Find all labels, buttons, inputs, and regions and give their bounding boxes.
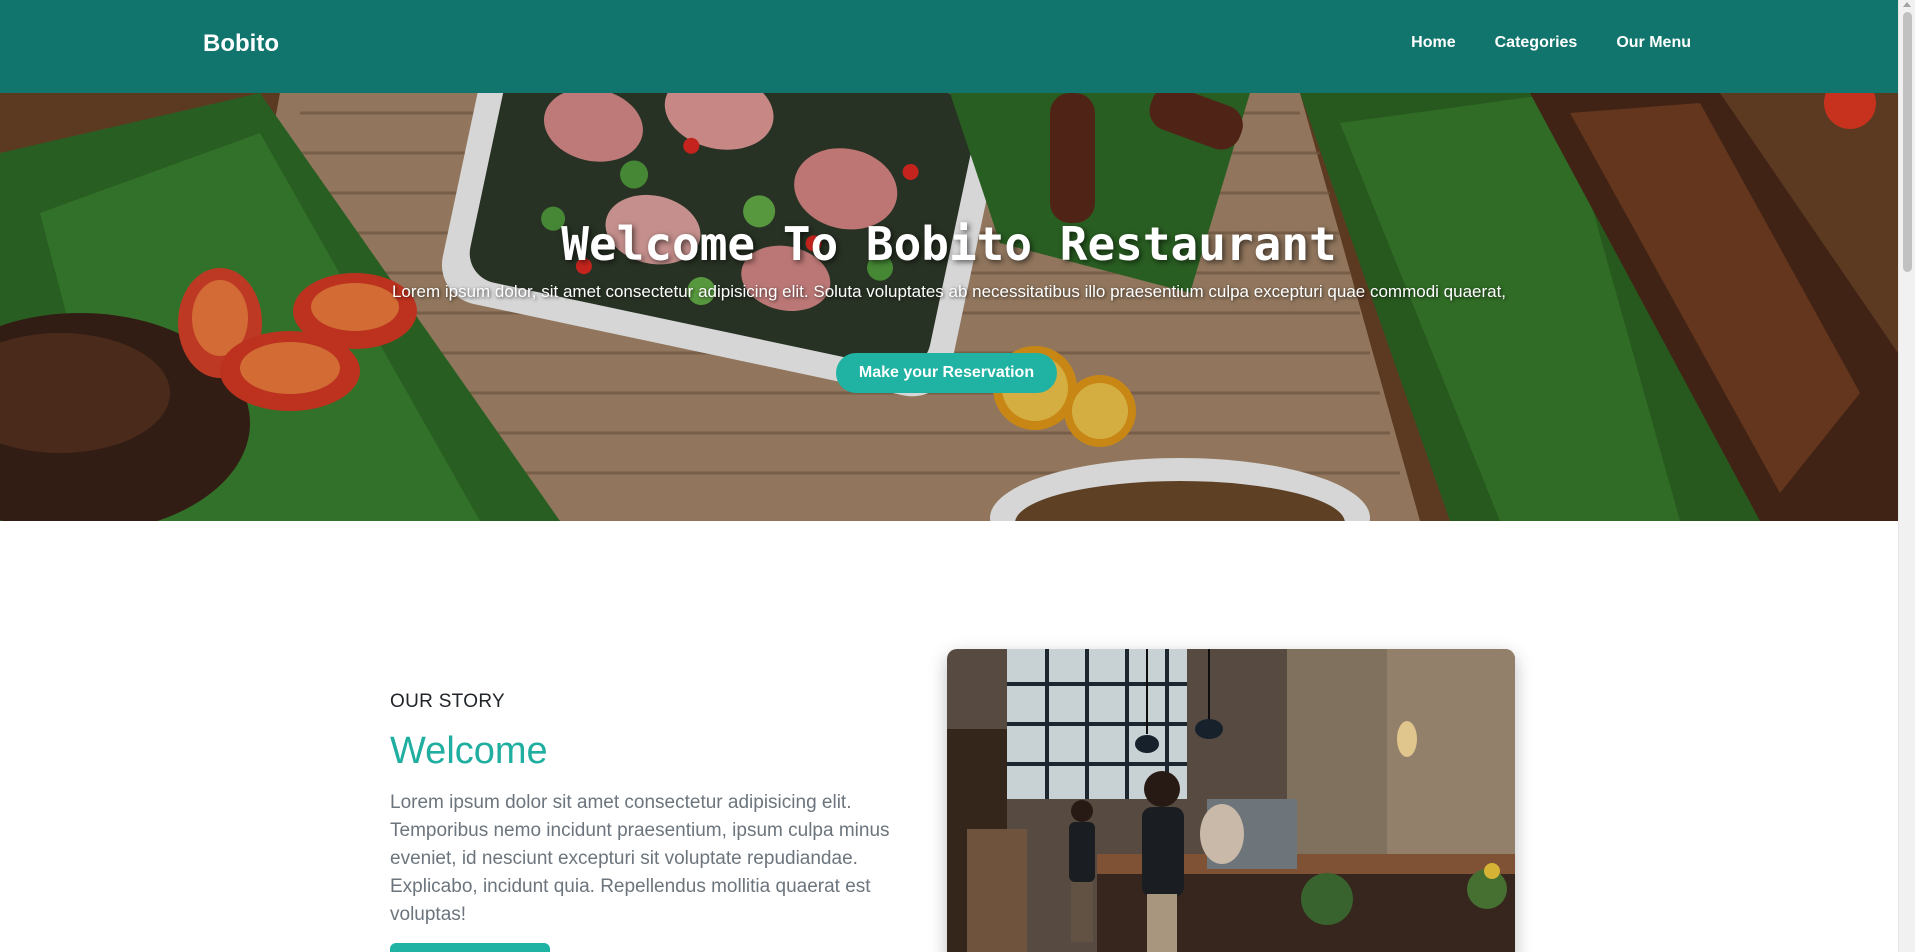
nav-link-our-menu[interactable]: Our Menu bbox=[1616, 34, 1691, 52]
brand-logo[interactable]: Bobito bbox=[203, 30, 279, 58]
story-button[interactable] bbox=[390, 943, 550, 952]
nav-link-categories[interactable]: Categories bbox=[1495, 34, 1578, 52]
hero-content: Welcome To Bobito Restaurant Lorem ipsum… bbox=[0, 93, 1898, 521]
scroll-thumb[interactable] bbox=[1903, 12, 1912, 272]
top-navbar: Bobito Home Categories Our Menu bbox=[0, 0, 1898, 93]
hero-section: Welcome To Bobito Restaurant Lorem ipsum… bbox=[0, 93, 1898, 521]
vertical-scrollbar[interactable] bbox=[1898, 0, 1915, 952]
restaurant-interior-illustration bbox=[947, 649, 1515, 952]
nav-link-home[interactable]: Home bbox=[1411, 34, 1455, 52]
story-kicker: OUR STORY bbox=[390, 691, 505, 712]
story-title: Welcome bbox=[390, 730, 548, 772]
hero-subtitle: Lorem ipsum dolor, sit amet consectetur … bbox=[391, 282, 1507, 301]
scroll-up-arrow-icon[interactable] bbox=[1903, 2, 1911, 7]
story-text: Lorem ipsum dolor sit amet consectetur a… bbox=[390, 792, 890, 925]
reservation-button[interactable]: Make your Reservation bbox=[836, 353, 1057, 393]
hero-title: Welcome To Bobito Restaurant bbox=[561, 217, 1337, 271]
nav-links: Home Categories Our Menu bbox=[1411, 34, 1691, 52]
restaurant-image bbox=[947, 649, 1515, 952]
